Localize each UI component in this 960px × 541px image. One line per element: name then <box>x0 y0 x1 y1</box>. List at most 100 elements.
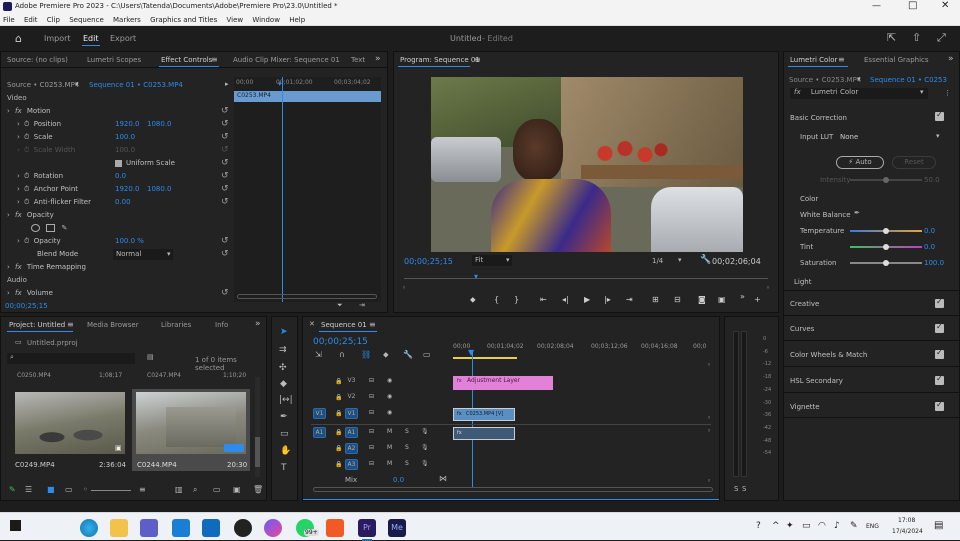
go-to-out-icon[interactable]: ⇥ <box>626 295 633 304</box>
pen-tool-icon[interactable]: ✒ <box>280 412 288 422</box>
blend-reset-icon[interactable]: ↺ <box>221 248 229 261</box>
tab-audio-clip-mixer[interactable]: Audio Clip Mixer: Sequence 01 <box>233 56 340 64</box>
chevron-down-icon[interactable]: ▾ <box>506 256 510 264</box>
sync-icon[interactable]: ⊟ <box>369 460 374 467</box>
opacity-reset-icon[interactable]: ↺ <box>221 235 229 248</box>
chevron-down-icon[interactable]: ▾ <box>936 132 940 140</box>
list-view-icon[interactable]: ☰ <box>25 485 32 494</box>
zoom-slider-icon[interactable]: ◦ <box>83 485 88 494</box>
pen-icon[interactable]: ✎ <box>850 521 858 531</box>
position-reset-icon[interactable]: ↺ <box>221 118 229 131</box>
lumetri-section-row[interactable]: Color Wheels & Match <box>784 340 959 366</box>
rotation-value[interactable]: 0.0 <box>115 170 126 183</box>
antiflicker-value[interactable]: 0.00 <box>115 196 131 209</box>
tint-knob[interactable] <box>883 244 889 250</box>
razor-tool-icon[interactable]: ◆ <box>280 379 287 389</box>
step-back-icon[interactable]: ◂| <box>562 295 569 304</box>
antiflicker-reset-icon[interactable]: ↺ <box>221 196 229 209</box>
more-icon[interactable]: » <box>740 292 745 301</box>
blend-select[interactable]: Normal <box>113 249 173 260</box>
eyedropper-icon[interactable]: ✒ <box>854 209 860 217</box>
source-patch-v1[interactable]: V1 <box>313 408 326 419</box>
track-label-v2[interactable]: V2 <box>345 392 358 403</box>
close-icon[interactable]: ✕ <box>941 0 949 11</box>
freeform-view-icon[interactable]: ▭ <box>65 485 73 494</box>
source-clip-label[interactable]: Source • C0253.MP4 <box>7 81 79 89</box>
play-icon[interactable]: ▶ <box>584 295 590 304</box>
basic-correction-checkbox[interactable] <box>935 110 944 121</box>
uniform-reset-icon[interactable]: ↺ <box>221 157 229 170</box>
panel-menu-icon[interactable]: ≡ <box>369 320 376 329</box>
brave-icon[interactable] <box>326 519 344 537</box>
new-bin-icon[interactable]: ▤ <box>147 353 154 361</box>
auto-button[interactable]: ⚡ Auto <box>836 156 884 169</box>
expand-icon[interactable]: › <box>17 198 20 206</box>
timeline-scrollbar[interactable] <box>313 487 713 492</box>
project-scrollbar[interactable] <box>255 377 260 477</box>
filter-icon[interactable]: ⏷ <box>337 301 343 310</box>
mute-button[interactable]: M <box>387 460 392 467</box>
notifications-icon[interactable]: ▤ <box>934 520 943 531</box>
language-indicator[interactable]: ENG <box>866 523 879 530</box>
lock-icon[interactable]: 🔒 <box>335 429 342 436</box>
expand-icon[interactable]: › <box>17 120 20 128</box>
zoom-slider[interactable] <box>91 490 131 491</box>
teams-icon[interactable] <box>140 519 158 537</box>
automate-icon[interactable]: ▥ <box>175 485 183 494</box>
lock-icon[interactable]: 🔒 <box>335 394 342 401</box>
battery-icon[interactable]: ▭ <box>802 521 811 531</box>
help-icon[interactable]: ? <box>756 521 761 531</box>
tint-value[interactable]: 0.0 <box>924 243 935 251</box>
track-label-a2[interactable]: A2 <box>345 443 358 454</box>
mark-in-icon[interactable]: { <box>494 295 499 304</box>
tab-effect-controls[interactable]: Effect Controls <box>161 56 212 64</box>
github-icon[interactable] <box>234 519 252 537</box>
solo-button[interactable]: S <box>405 444 409 451</box>
expand-icon[interactable]: › <box>7 211 10 219</box>
rectangle-mask-icon[interactable] <box>46 224 56 232</box>
show-hidden-icons[interactable]: ^ <box>772 521 780 531</box>
expand-icon[interactable]: › <box>17 172 20 180</box>
pen-mask-icon[interactable]: ✎ <box>61 224 67 232</box>
dropdown-icon[interactable]: ▾ <box>857 75 861 83</box>
intensity-knob[interactable] <box>883 177 889 183</box>
menu-edit[interactable]: Edit <box>24 16 38 24</box>
mute-button[interactable]: M <box>387 444 392 451</box>
pencil-icon[interactable]: ✎ <box>9 485 16 494</box>
find-icon[interactable]: ⌕ <box>193 485 197 495</box>
solo-right-button[interactable]: S <box>742 485 746 493</box>
adjustment-layer-clip[interactable]: fx Adjustment Layer <box>453 376 553 390</box>
work-area-bar[interactable] <box>453 357 517 359</box>
camera-icon[interactable]: ◙ <box>698 295 706 304</box>
mail-icon[interactable] <box>172 519 190 537</box>
tab-lumetri-scopes[interactable]: Lumetri Scopes <box>87 56 141 64</box>
intensity-slider[interactable] <box>850 177 922 183</box>
windows-start-icon[interactable] <box>10 520 21 531</box>
media-encoder-icon[interactable]: Me <box>388 519 406 537</box>
network-icon[interactable]: ✦ <box>786 521 794 531</box>
minimize-icon[interactable]: — <box>872 1 881 11</box>
hsl-secondary-checkbox[interactable] <box>935 374 944 385</box>
solo-button[interactable]: S <box>405 460 409 467</box>
timeline-ruler[interactable]: 00;00 00;01;04;02 00;02;08;04 00;03;12;0… <box>453 343 709 363</box>
program-playhead-icon[interactable]: ▾ <box>474 272 478 281</box>
tab-export[interactable]: Export <box>110 34 136 43</box>
lumetri-effect-select[interactable]: fx Lumetri Color ▾ <box>790 88 928 99</box>
slip-tool-icon[interactable]: |↔| <box>279 395 293 405</box>
rectangle-tool-icon[interactable]: ▭ <box>280 429 289 439</box>
menu-graphics[interactable]: Graphics and Titles <box>150 16 217 24</box>
vertical-zoom-handle[interactable]: ◦ <box>707 414 711 422</box>
menu-sequence[interactable]: Sequence <box>69 16 104 24</box>
track-label-v3[interactable]: V3 <box>345 376 358 387</box>
clock-date[interactable]: 17/4/2024 <box>892 528 923 535</box>
tab-essential-graphics[interactable]: Essential Graphics <box>864 56 929 64</box>
panel-menu-icon[interactable]: ≡ <box>474 55 481 64</box>
expand-icon[interactable]: › <box>17 237 20 245</box>
rotation-reset-icon[interactable]: ↺ <box>221 170 229 183</box>
ripple-edit-icon[interactable]: ✣ <box>279 363 287 373</box>
mute-button[interactable]: M <box>387 428 392 435</box>
more-tabs-icon[interactable]: » <box>255 319 261 329</box>
lift-icon[interactable]: ⊞ <box>652 295 659 304</box>
saturation-value[interactable]: 100.0 <box>924 259 944 267</box>
lumetri-section-row[interactable]: Creative <box>784 290 959 315</box>
